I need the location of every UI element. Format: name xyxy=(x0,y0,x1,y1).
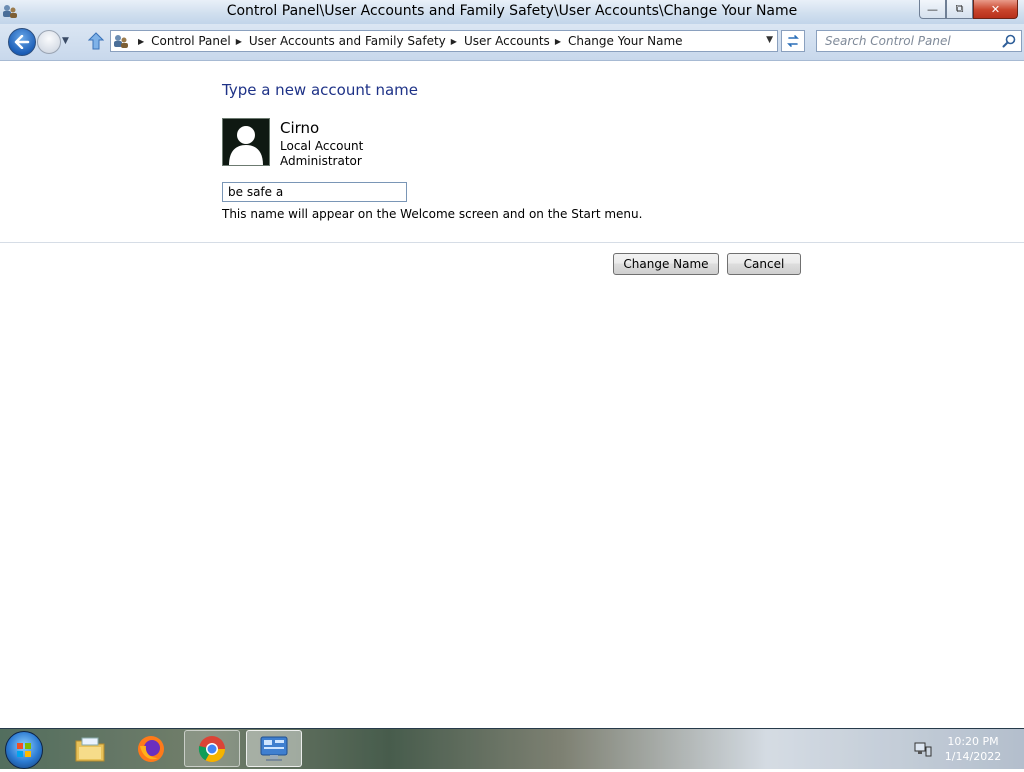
breadcrumb-user-accounts-family-safety[interactable]: User Accounts and Family Safety xyxy=(249,34,446,48)
title-bar[interactable]: Control Panel\User Accounts and Family S… xyxy=(0,0,1024,24)
minimize-button[interactable]: — xyxy=(919,0,946,19)
taskbar-windows-explorer[interactable] xyxy=(62,730,118,767)
restore-button[interactable]: ⧉ xyxy=(946,0,973,19)
recent-pages-dropdown[interactable]: ▼ xyxy=(62,36,69,46)
breadcrumb-control-panel[interactable]: Control Panel xyxy=(151,34,231,48)
start-button[interactable] xyxy=(5,731,43,769)
change-name-button[interactable]: Change Name xyxy=(613,253,719,275)
refresh-icon xyxy=(787,35,799,47)
restore-icon: ⧉ xyxy=(955,2,964,15)
account-type: Local Account xyxy=(280,139,364,153)
breadcrumb-arrow-icon[interactable]: ▶ xyxy=(138,37,144,46)
windows-explorer-icon xyxy=(75,737,105,761)
account-name: Cirno xyxy=(280,119,320,137)
clock-time: 10:20 PM xyxy=(947,735,999,748)
minimize-icon: — xyxy=(927,2,938,16)
new-account-name-input[interactable] xyxy=(222,182,407,202)
search-box[interactable] xyxy=(816,30,1022,52)
chevron-down-icon: ▼ xyxy=(62,36,69,46)
taskbar: 10:20 PM 1/14/2022 xyxy=(0,728,1024,769)
window-title: Control Panel\User Accounts and Family S… xyxy=(226,3,798,19)
address-dropdown-icon[interactable]: ▼ xyxy=(766,35,773,45)
taskbar-chrome[interactable] xyxy=(184,730,240,767)
breadcrumb-arrow-icon[interactable]: ▶ xyxy=(555,37,561,46)
close-icon: ✕ xyxy=(990,2,1001,16)
back-button[interactable] xyxy=(8,28,36,56)
up-level-button[interactable] xyxy=(88,32,104,50)
taskbar-clock[interactable]: 10:20 PM 1/14/2022 xyxy=(938,734,1008,764)
breadcrumb-arrow-icon[interactable]: ▶ xyxy=(451,37,457,46)
breadcrumb: ▶ Control Panel ▶ User Accounts and Fami… xyxy=(133,31,683,51)
user-silhouette-icon xyxy=(229,126,263,165)
cancel-button[interactable]: Cancel xyxy=(727,253,801,275)
breadcrumb-user-accounts[interactable]: User Accounts xyxy=(464,34,550,48)
control-panel-users-icon xyxy=(114,35,128,48)
breadcrumb-change-your-name[interactable]: Change Your Name xyxy=(568,34,683,48)
taskbar-control-panel[interactable] xyxy=(246,730,302,767)
divider xyxy=(0,242,1024,243)
chrome-icon xyxy=(198,735,226,762)
account-avatar xyxy=(222,118,270,166)
name-hint-text: This name will appear on the Welcome scr… xyxy=(222,207,643,221)
control-panel-icon xyxy=(260,736,288,761)
refresh-button[interactable] xyxy=(781,30,805,52)
page-heading: Type a new account name xyxy=(222,81,419,99)
navigation-bar: ▼ ▶ Control Panel ▶ User Accounts and Fa… xyxy=(0,24,1024,61)
account-role: Administrator xyxy=(280,154,362,168)
back-arrow-icon xyxy=(14,35,30,49)
taskbar-firefox[interactable] xyxy=(123,730,179,767)
search-input[interactable] xyxy=(817,31,1013,51)
close-button[interactable]: ✕ xyxy=(973,0,1018,19)
firefox-icon xyxy=(138,735,164,762)
windows-logo-icon xyxy=(17,743,31,757)
network-icon[interactable] xyxy=(914,741,932,757)
clock-date: 1/14/2022 xyxy=(944,750,1002,763)
window-controls: — ⧉ ✕ xyxy=(919,0,1018,20)
forward-button[interactable] xyxy=(37,30,61,54)
breadcrumb-arrow-icon[interactable]: ▶ xyxy=(236,37,242,46)
search-icon[interactable] xyxy=(1002,34,1016,48)
address-bar[interactable]: ▶ Control Panel ▶ User Accounts and Fami… xyxy=(110,30,778,52)
